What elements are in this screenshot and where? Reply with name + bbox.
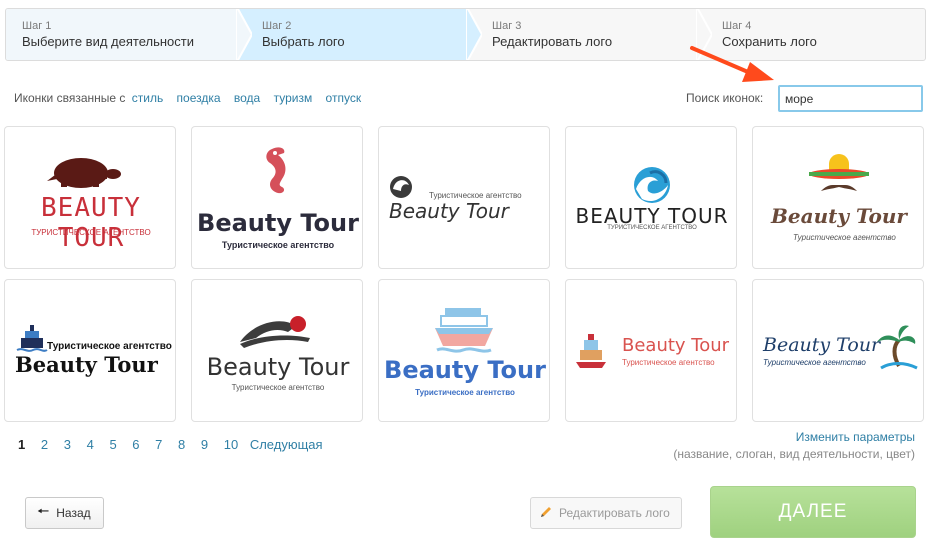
- arrow-left-icon: 🠔: [37, 503, 50, 519]
- logo-card-1[interactable]: BEAUTY TOUR ТУРИСТИЧЕСКОЕ АГЕНТСТВО: [4, 126, 176, 269]
- page-link-current[interactable]: 1: [18, 437, 25, 452]
- logo-card-2[interactable]: Beauty Tour Туристическое агентство: [191, 126, 363, 269]
- step-3-title: Редактировать лого: [492, 34, 613, 49]
- sombrero-icon: [809, 154, 869, 191]
- logo-tagline: Туристическое агентство: [221, 240, 335, 250]
- seahorse-icon: [266, 147, 286, 194]
- page-link[interactable]: 8: [178, 437, 185, 452]
- next-page-link[interactable]: Следующая: [250, 437, 323, 452]
- wave-circle-icon: [634, 167, 670, 203]
- back-button-label: Назад: [56, 506, 91, 520]
- change-params-hint: (название, слоган, вид деятельности, цве…: [673, 447, 915, 461]
- page-link[interactable]: 7: [155, 437, 162, 452]
- page-link[interactable]: 3: [64, 437, 71, 452]
- logo-tagline: ТУРИСТИЧЕСКОЕ АГЕНТСТВО: [31, 228, 151, 237]
- step-2-title: Выбрать лого: [262, 34, 345, 49]
- logo-name: BEAUTY TOUR: [41, 193, 141, 253]
- logo-card-4[interactable]: BEAUTY TOUR ТУРИСТИЧЕСКОЕ АГЕНТСТВО: [565, 126, 737, 269]
- logo-tagline: Туристическое агентство: [763, 358, 866, 367]
- tag-link-vacation[interactable]: отпуск: [326, 91, 362, 105]
- step-1-number: Шаг 1: [22, 20, 52, 32]
- logo-tagline: Туристическое агентство: [231, 383, 325, 392]
- logo-card-5[interactable]: Beauty Tour Туристическое агентство: [752, 126, 924, 269]
- logo-name: Beauty Tour: [197, 209, 359, 237]
- tag-link-tourism[interactable]: туризм: [274, 91, 313, 105]
- tag-link-style[interactable]: стиль: [132, 91, 163, 105]
- step-2[interactable]: Шаг 2 Выбрать лого: [236, 9, 466, 60]
- logo-name: Beauty Tour: [763, 334, 881, 356]
- swimmer-icon: [240, 316, 310, 348]
- step-separator-icon: [236, 9, 252, 60]
- step-1-title: Выберите вид деятельности: [22, 34, 194, 49]
- step-1[interactable]: Шаг 1 Выберите вид деятельности: [6, 9, 236, 60]
- logo-tagline: Туристическое агентство: [622, 358, 715, 367]
- edit-logo-button-label: Редактировать лого: [559, 506, 670, 520]
- search-label: Поиск иконок:: [686, 91, 764, 105]
- logo-tagline: Туристическое агентство: [793, 233, 896, 242]
- related-icons: Иконки связанные с стиль поездка вода ту…: [14, 91, 361, 105]
- annotation-arrow-icon: [690, 46, 774, 82]
- step-4-number: Шаг 4: [722, 20, 752, 32]
- logo-card-3[interactable]: Туристическое агентство Beauty Tour: [378, 126, 550, 269]
- ship-icon: [16, 325, 48, 352]
- edit-logo-button[interactable]: Редактировать лого: [530, 497, 682, 529]
- icon-search-input[interactable]: [778, 85, 923, 112]
- step-3-number: Шаг 3: [492, 20, 522, 32]
- logo-card-9[interactable]: Beauty Tour Туристическое агентство: [565, 279, 737, 422]
- logo-card-7[interactable]: Beauty Tour Туристическое агентство: [191, 279, 363, 422]
- related-label: Иконки связанные с: [14, 91, 126, 105]
- page-link[interactable]: 9: [201, 437, 208, 452]
- cruise-ship-icon: [435, 308, 493, 353]
- page-link[interactable]: 6: [132, 437, 139, 452]
- logo-tagline: ТУРИСТИЧЕСКОЕ АГЕНТСТВО: [607, 225, 697, 231]
- page-link[interactable]: 5: [109, 437, 116, 452]
- step-3[interactable]: Шаг 3 Редактировать лого: [466, 9, 696, 60]
- page-link[interactable]: 4: [87, 437, 94, 452]
- logo-card-6[interactable]: Туристическое агентство Beauty Tour: [4, 279, 176, 422]
- logo-name: Beauty Tour: [771, 204, 907, 228]
- boat-icon: [576, 334, 606, 368]
- wave-icon: [390, 176, 412, 198]
- page-link[interactable]: 10: [224, 437, 238, 452]
- logo-tagline: Туристическое агентство: [47, 341, 172, 352]
- logo-tagline: Туристическое агентство: [415, 388, 515, 397]
- logo-name: Beauty Tour: [389, 199, 509, 223]
- step-2-number: Шаг 2: [262, 20, 292, 32]
- logo-card-8[interactable]: Beauty Tour Туристическое агентство: [378, 279, 550, 422]
- logo-name: Beauty Tour: [622, 335, 730, 356]
- logo-name: Beauty Tour: [384, 356, 546, 384]
- back-button[interactable]: 🠔 Назад: [25, 497, 104, 529]
- logo-name: Beauty Tour: [206, 353, 350, 381]
- turtle-icon: [47, 158, 121, 188]
- step-wizard: Шаг 1 Выберите вид деятельности Шаг 2 Вы…: [5, 8, 926, 61]
- change-params-link[interactable]: Изменить параметры: [796, 430, 915, 444]
- step-separator-icon: [466, 9, 482, 60]
- page-link[interactable]: 2: [41, 437, 48, 452]
- logo-card-10[interactable]: Beauty Tour Туристическое агентство: [752, 279, 924, 422]
- pencil-icon: [539, 505, 553, 522]
- tag-link-water[interactable]: вода: [234, 91, 260, 105]
- tag-link-trip[interactable]: поездка: [177, 91, 221, 105]
- pagination: 1 2 3 4 5 6 7 8 9 10 Следующая: [18, 437, 335, 452]
- logo-name: Beauty Tour: [15, 352, 158, 377]
- next-button[interactable]: ДАЛЕЕ: [710, 486, 916, 538]
